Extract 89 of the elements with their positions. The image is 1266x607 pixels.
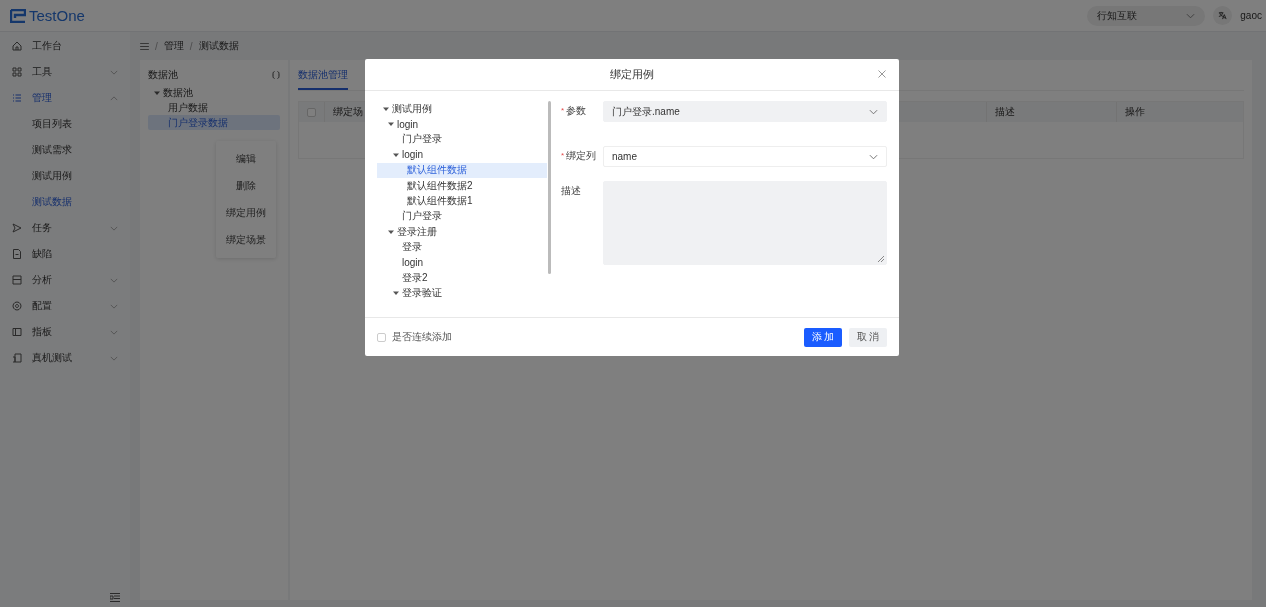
caret-down-icon [154, 89, 160, 96]
translate-icon [1218, 11, 1228, 20]
chevron-down-icon [110, 69, 118, 75]
list-icon [12, 93, 22, 103]
caret-down-icon [383, 105, 389, 112]
document-icon [12, 249, 22, 259]
caret-down-icon [388, 228, 394, 235]
required-mark: * [561, 106, 565, 115]
tree-node[interactable]: 测试用例 [377, 101, 547, 117]
tab[interactable]: 数据池管理 [298, 66, 348, 90]
calendar-icon [12, 275, 22, 285]
grid-icon [12, 67, 22, 77]
tree-node[interactable]: 用户数据 [148, 100, 280, 115]
sidebar-item[interactable]: 指板 [0, 319, 130, 345]
settings-icon [12, 301, 22, 311]
breadcrumb-separator: / [189, 40, 193, 52]
checkbox[interactable] [377, 332, 386, 342]
home-icon [12, 41, 22, 51]
field-label: 描述 [561, 183, 581, 198]
chevron-down-icon [110, 329, 118, 335]
field-label: 参数 [566, 103, 587, 118]
add-button[interactable]: 添 加 [804, 327, 842, 347]
chevron-down-icon [110, 303, 118, 309]
column-header: 操作 [1124, 105, 1146, 119]
panel-icon [12, 327, 22, 337]
tree-node[interactable]: 门户登录 [377, 208, 547, 225]
dialog-title: 绑定用例 [610, 67, 654, 82]
organization-select[interactable]: 行知互联 [1087, 5, 1206, 26]
sidebar-item[interactable]: 真机测试 [0, 345, 130, 371]
menu-icon[interactable] [140, 42, 149, 50]
tree-node[interactable]: 门户登录数据 [148, 115, 280, 130]
panel-title: 数据池 [148, 68, 178, 82]
sidebar-item[interactable]: 任务 [0, 215, 130, 241]
scrollbar[interactable] [548, 101, 551, 274]
breadcrumb-item[interactable]: 测试数据 [198, 39, 239, 53]
tree-node[interactable]: login [377, 254, 547, 271]
chevron-down-icon [110, 277, 118, 283]
chevron-down-icon [110, 355, 118, 361]
sidebar-item[interactable]: 配置 [0, 293, 130, 319]
breadcrumb-separator: / [155, 40, 158, 52]
sidebar-item[interactable]: 工作台 [0, 33, 130, 59]
chevron-down-icon [869, 108, 878, 115]
chevron-up-icon [110, 95, 118, 101]
menu-item[interactable]: 绑定场景 [226, 232, 266, 247]
translate-button[interactable] [1213, 6, 1233, 25]
tree-node[interactable]: 登录验证 [377, 285, 547, 301]
required-mark: * [561, 151, 565, 160]
menu-item[interactable]: 删除 [236, 179, 256, 194]
menu-item[interactable]: 编辑 [236, 152, 256, 167]
tree-node[interactable]: 登录注册 [377, 224, 547, 240]
sidebar-subitem[interactable]: 测试用例 [0, 163, 130, 189]
caret-down-icon [393, 290, 399, 297]
app-logo-text: TestOne [29, 7, 85, 24]
sidebar-item[interactable]: 管理 [0, 85, 130, 111]
tree-node[interactable]: 默认组件数据 [377, 162, 547, 178]
menu-item[interactable]: 绑定用例 [226, 205, 266, 220]
logo-icon [10, 8, 26, 23]
tree-node[interactable]: 默认组件数据1 [377, 193, 547, 209]
resize-handle-icon [878, 256, 884, 262]
sidebar-subitem[interactable]: 测试数据 [0, 189, 130, 215]
select-field[interactable]: name [603, 146, 887, 167]
chevron-down-icon [110, 225, 118, 231]
device-icon [12, 353, 22, 363]
send-icon [12, 223, 22, 233]
caret-down-icon [393, 151, 399, 158]
cancel-button[interactable]: 取 消 [849, 327, 887, 347]
sidebar-item[interactable]: 工具 [0, 59, 130, 85]
tree-node[interactable]: 数据池 [148, 85, 280, 100]
tree-node[interactable]: 门户登录 [377, 131, 547, 148]
caret-down-icon [388, 121, 394, 128]
tree-node[interactable]: 登录 [377, 239, 547, 255]
user-name[interactable]: gaoc [1240, 10, 1262, 21]
chevron-down-icon [869, 153, 878, 160]
chevron-down-icon [1186, 12, 1196, 19]
sidebar-subitem[interactable]: 项目列表 [0, 111, 130, 137]
sidebar-subitem[interactable]: 测试需求 [0, 137, 130, 163]
collapse-menu-icon[interactable] [110, 593, 120, 602]
tree-node[interactable]: 登录2 [377, 270, 547, 286]
breadcrumb-item[interactable]: 管理 [163, 39, 184, 53]
field-label: 绑定列 [566, 148, 597, 163]
braces-icon[interactable] [272, 71, 280, 79]
checkbox-label[interactable]: 是否连续添加 [392, 330, 452, 344]
column-header: 描述 [987, 102, 1117, 122]
checkbox[interactable] [307, 107, 316, 117]
tree-node[interactable]: 默认组件数据2 [377, 177, 547, 194]
sidebar-item[interactable]: 缺陷 [0, 241, 130, 267]
close-icon[interactable] [878, 70, 886, 78]
tree-node[interactable]: login [377, 147, 547, 163]
sidebar-item[interactable]: 分析 [0, 267, 130, 293]
